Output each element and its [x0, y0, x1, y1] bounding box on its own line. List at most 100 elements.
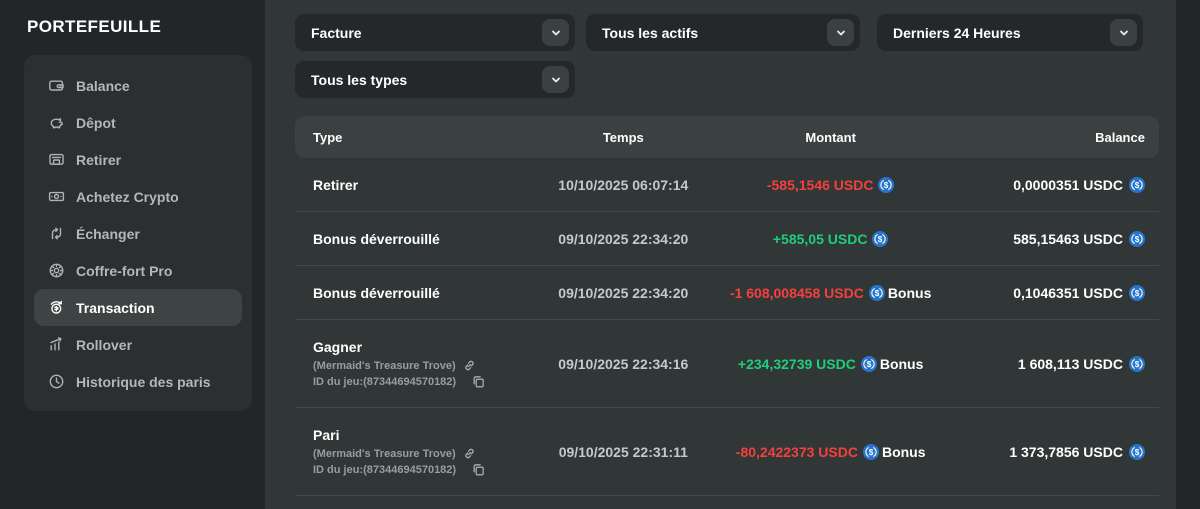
usdc-icon: $ — [878, 177, 894, 193]
tx-balance: 0,0000351 USDC — [1013, 177, 1123, 193]
tx-time: 09/10/2025 22:34:16 — [537, 356, 710, 372]
types-dropdown-value: Tous les types — [311, 72, 407, 88]
tx-type: Bonus déverrouillé — [295, 285, 537, 301]
vault-icon — [47, 262, 65, 280]
sidebar-item-achetez-crypto[interactable]: Achetez Crypto — [34, 178, 242, 215]
bar-chart-icon — [47, 336, 65, 354]
bonus-badge: Bonus — [882, 444, 926, 460]
tx-time: 10/10/2025 06:07:14 — [537, 177, 710, 193]
tx-game-id: ID du jeu:(87344694570182) — [313, 464, 456, 476]
tx-balance: 585,15463 USDC — [1013, 231, 1123, 247]
sidebar-item-transaction[interactable]: Transaction — [34, 289, 242, 326]
tx-type: Retirer — [295, 177, 537, 193]
tx-game-id: ID du jeu:(87344694570182) — [313, 376, 456, 388]
swap-icon — [47, 225, 65, 243]
usdc-icon: $ — [861, 356, 877, 372]
sidebar-item-rollover[interactable]: Rollover — [34, 326, 242, 363]
usdc-icon: $ — [869, 285, 885, 301]
transactions-table: Type Temps Montant Balance Retirer 10/10… — [295, 116, 1159, 496]
tx-time: 09/10/2025 22:31:11 — [537, 444, 710, 460]
tx-time: 09/10/2025 22:34:20 — [537, 231, 710, 247]
sidebar-item-label: Balance — [76, 78, 130, 94]
copy-icon[interactable] — [472, 375, 485, 388]
svg-text:$: $ — [1135, 234, 1140, 243]
link-icon[interactable] — [463, 447, 476, 460]
link-icon[interactable] — [463, 359, 476, 372]
sidebar-item-depot[interactable]: Dêpot — [34, 104, 242, 141]
header-montant: Montant — [710, 130, 952, 145]
sidebar-item-label: Rollover — [76, 337, 132, 353]
svg-text:$: $ — [884, 180, 889, 189]
table-header: Type Temps Montant Balance — [295, 116, 1159, 158]
table-row: Gagner (Mermaid's Treasure Trove) ID du … — [295, 320, 1159, 408]
sidebar-item-coffre-fort-pro[interactable]: Coffre-fort Pro — [34, 252, 242, 289]
svg-text:$: $ — [1135, 288, 1140, 297]
table-row: Bonus déverrouillé 09/10/2025 22:34:20 +… — [295, 212, 1159, 266]
usdc-icon: $ — [863, 444, 879, 460]
header-balance: Balance — [952, 130, 1159, 145]
page-title: PORTEFEUILLE — [0, 0, 265, 37]
sidebar-item-label: Retirer — [76, 152, 121, 168]
table-row: Pari (Mermaid's Treasure Trove) ID du je… — [295, 408, 1159, 496]
sidebar-item-balance[interactable]: Balance — [34, 67, 242, 104]
sidebar-item-echanger[interactable]: Échanger — [34, 215, 242, 252]
copy-icon[interactable] — [472, 463, 485, 476]
piggy-bank-icon — [47, 114, 65, 132]
tx-amount: -1 608,008458 USDC — [730, 285, 864, 301]
coin-rotate-icon — [47, 299, 65, 317]
table-row: Bonus déverrouillé 09/10/2025 22:34:20 -… — [295, 266, 1159, 320]
svg-text:$: $ — [869, 447, 874, 456]
invoice-dropdown[interactable]: Facture — [295, 14, 575, 51]
svg-text:$: $ — [1135, 359, 1140, 368]
chevron-down-icon[interactable] — [542, 19, 569, 46]
withdraw-icon — [47, 151, 65, 169]
tx-type: Pari — [313, 427, 537, 443]
svg-text:$: $ — [875, 288, 880, 297]
filters-bar: Facture Tous les actifs Derniers 24 Heur… — [295, 14, 1161, 98]
tx-game-name: (Mermaid's Treasure Trove) — [313, 360, 456, 372]
sidebar-item-historique-des-paris[interactable]: Historique des paris — [34, 363, 242, 400]
sidebar-item-label: Historique des paris — [76, 374, 211, 390]
invoice-dropdown-value: Facture — [311, 25, 362, 41]
tx-balance: 1 608,113 USDC — [1018, 356, 1123, 372]
tx-game-name: (Mermaid's Treasure Trove) — [313, 448, 456, 460]
svg-text:$: $ — [867, 359, 872, 368]
usdc-icon: $ — [1129, 285, 1145, 301]
tx-amount: +234,32739 USDC — [738, 356, 856, 372]
assets-dropdown[interactable]: Tous les actifs — [586, 14, 860, 51]
sidebar-item-label: Coffre-fort Pro — [76, 263, 172, 279]
usdc-icon: $ — [1129, 444, 1145, 460]
usdc-icon: $ — [872, 231, 888, 247]
period-dropdown[interactable]: Derniers 24 Heures — [877, 14, 1143, 51]
sidebar-item-label: Échanger — [76, 226, 140, 242]
header-temps: Temps — [537, 130, 710, 145]
chevron-down-icon[interactable] — [542, 66, 569, 93]
svg-text:$: $ — [1135, 447, 1140, 456]
bonus-badge: Bonus — [880, 356, 924, 372]
sidebar-nav: Balance Dêpot Retirer Achetez Crypto Éch — [24, 55, 252, 411]
tx-balance: 1 373,7856 USDC — [1009, 444, 1123, 460]
usdc-icon: $ — [1129, 231, 1145, 247]
tx-amount: -80,2422373 USDC — [736, 444, 858, 460]
banknote-icon — [47, 188, 65, 206]
wallet-icon — [47, 77, 65, 95]
sidebar-item-label: Achetez Crypto — [76, 189, 179, 205]
tx-time: 09/10/2025 22:34:20 — [537, 285, 710, 301]
sidebar-item-label: Dêpot — [76, 115, 116, 131]
tx-balance: 0,1046351 USDC — [1013, 285, 1123, 301]
svg-text:$: $ — [1135, 180, 1140, 189]
transactions-panel: Facture Tous les actifs Derniers 24 Heur… — [265, 0, 1176, 509]
assets-dropdown-value: Tous les actifs — [602, 25, 698, 41]
chevron-down-icon[interactable] — [827, 19, 854, 46]
chevron-down-icon[interactable] — [1110, 19, 1137, 46]
header-type: Type — [295, 130, 537, 145]
clock-icon — [47, 373, 65, 391]
usdc-icon: $ — [1129, 177, 1145, 193]
sidebar: PORTEFEUILLE Balance Dêpot Retirer Achet… — [0, 0, 265, 509]
tx-amount: -585,1546 USDC — [767, 177, 874, 193]
period-dropdown-value: Derniers 24 Heures — [893, 25, 1021, 41]
tx-amount: +585,05 USDC — [773, 231, 868, 247]
sidebar-item-retirer[interactable]: Retirer — [34, 141, 242, 178]
bonus-badge: Bonus — [888, 285, 932, 301]
types-dropdown[interactable]: Tous les types — [295, 61, 575, 98]
